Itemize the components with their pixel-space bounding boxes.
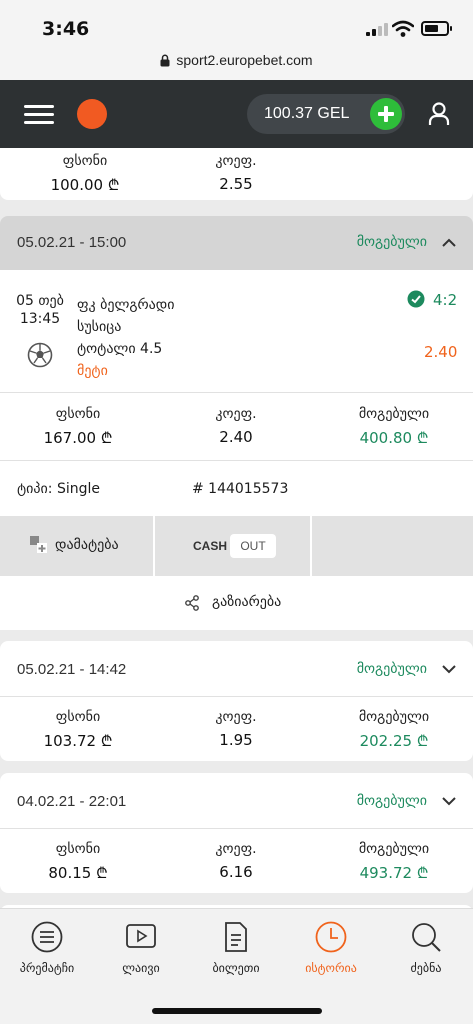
tab-label: პრემატჩი [19,961,75,975]
tab-label: ბილეთი [212,961,260,975]
balance-pill[interactable]: 100.37 GEL [247,94,405,134]
search-icon [412,923,441,952]
selection: მეტი [77,363,108,379]
odds-value: 6.16 [219,863,253,881]
odds-label: კოეფ. [215,406,257,422]
lock-icon [160,54,170,67]
home-indicator [152,1008,322,1014]
odds-value: 1.95 [219,731,253,749]
football-icon [27,342,53,368]
brand-logo[interactable] [77,99,107,129]
battery-icon [421,21,452,36]
event-score: 4:2 [433,291,458,309]
balance-amount: 100.37 GEL [264,105,350,122]
tab-live[interactable]: ლაივი [94,921,188,975]
event-time: 13:45 [19,311,61,327]
event-details: ფკ ბელგრადი სუსიცა ტოტალი 4.5 მეტი [77,294,175,382]
bet-type: ტიპი: Single [17,481,100,497]
stake-value: 103.72 ₾ [43,732,113,750]
menu-icon[interactable] [24,105,54,125]
share-icon [185,595,199,611]
bet-date: 04.02.21 - 22:01 [17,793,127,810]
bet-actions-row: დამატება CASH OUT [0,516,473,576]
stake-value: 80.15 ₾ [48,864,108,882]
bet-card[interactable]: 05.02.21 - 14:42 მოგებული ფსონი 103.72 ₾… [0,641,473,761]
stake-label: ფსონი [62,153,108,169]
bet-date: 05.02.21 - 15:00 [17,234,127,251]
wifi-icon [392,20,414,37]
odds-value: 2.40 [219,428,253,446]
expanded-bet-header[interactable]: 05.02.21 - 15:00 მოგებული [0,216,473,270]
stake-label: ფსონი [55,709,101,725]
stake-label: ფსონი [55,406,101,422]
play-icon [126,924,156,948]
tab-prematch[interactable]: პრემატჩი [0,921,94,975]
won-value: 202.25 ₾ [359,732,429,750]
event-datetime: 05 თებ 13:45 [10,292,70,328]
divider [0,696,473,697]
cash-label: CASH [193,539,228,553]
event-day: 05 თებ [16,293,64,309]
add-icon [30,536,47,553]
share-label: გაზიარება [212,594,282,610]
tab-label: ლაივი [122,961,160,975]
chevron-up-icon[interactable] [442,236,456,250]
odds-label: კოეფ. [215,709,257,725]
tab-ticket[interactable]: ბილეთი [189,921,283,975]
won-label: მოგებული [358,841,430,857]
bet-card-partial: ფსონი 100.00 ₾ კოეფ. 2.55 [0,148,473,200]
clock-icon [315,921,347,953]
tab-label: ისტორია [305,961,357,975]
bet-card[interactable]: 04.02.21 - 22:01 მოგებული ფსონი 80.15 ₾ … [0,773,473,893]
divider [0,828,473,829]
won-value: 493.72 ₾ [359,864,429,882]
tab-label: ძებნა [410,961,442,975]
bet-status: მოგებული [356,234,427,250]
bet-status: მოგებული [356,793,427,809]
add-label: დამატება [55,537,119,553]
home-team: ფკ ბელგრადი [77,297,175,313]
bet-type-value: Single [56,481,100,497]
bet-type-label: ტიპი: [17,481,53,497]
bet-status: მოგებული [356,661,427,677]
signal-icon [366,22,388,36]
won-label: მოგებული [358,709,430,725]
won-value: 400.80 ₾ [359,429,429,447]
document-icon [225,922,247,952]
odds-label: კოეფ. [215,153,257,169]
url-text: sport2.europebet.com [176,52,313,68]
odds-value: 2.55 [219,175,253,193]
odds-label: კოეფ. [215,841,257,857]
divider [0,460,473,461]
share-button[interactable]: გაზიარება [0,576,473,630]
divider [0,392,473,393]
ticket-id: # 144015573 [192,481,289,497]
won-label: მოგებული [358,406,430,422]
user-icon[interactable] [428,102,450,126]
status-bar: 3:46 sport2.europebet.com [0,0,473,80]
url-bar[interactable]: sport2.europebet.com [0,52,473,68]
stake-value: 100.00 ₾ [50,176,120,194]
event-odds: 2.40 [424,343,458,361]
tab-search[interactable]: ძებნა [379,921,473,975]
bottom-tab-bar: პრემატჩი ლაივი ბილეთი ისტორია ძებნა [0,908,473,1024]
add-button[interactable]: დამატება [0,516,155,576]
out-label: OUT [230,534,276,558]
market: ტოტალი 4.5 [77,341,163,357]
bet-history-list[interactable]: ფსონი 100.00 ₾ კოეფ. 2.55 05.02.21 - 15:… [0,148,473,908]
expanded-bet-body: 05 თებ 13:45 ფკ ბელგრადი სუსიცა ტოტალი 4… [0,270,473,630]
stake-label: ფსონი [55,841,101,857]
chevron-down-icon[interactable] [442,662,456,676]
check-circle-icon [407,290,425,308]
tab-history[interactable]: ისტორია [284,921,378,975]
add-money-plus-icon[interactable] [370,98,402,130]
away-team: სუსიცა [77,319,122,335]
stake-value: 167.00 ₾ [43,429,113,447]
bet-date: 05.02.21 - 14:42 [17,661,127,678]
app-header: 100.37 GEL [0,80,473,148]
list-icon [31,921,63,953]
chevron-down-icon[interactable] [442,794,456,808]
cashout-button[interactable]: CASH OUT [157,516,312,576]
clock: 3:46 [42,18,90,40]
